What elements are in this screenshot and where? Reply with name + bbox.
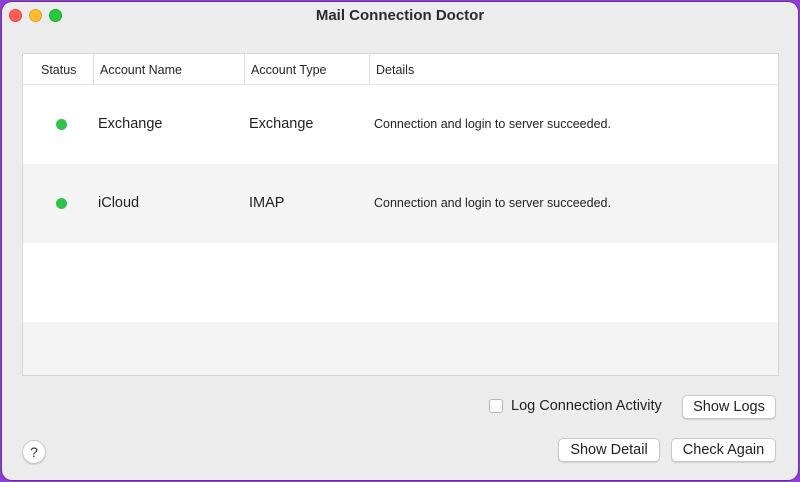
show-logs-button[interactable]: Show Logs <box>682 395 776 419</box>
account-name-cell: iCloud <box>98 195 140 211</box>
column-header-account-name[interactable]: Account Name <box>93 54 182 84</box>
status-indicator-icon <box>56 119 67 130</box>
empty-table-row <box>23 243 778 322</box>
account-type-cell: IMAP <box>249 195 285 211</box>
window-title: Mail Connection Doctor <box>315 7 485 24</box>
check-again-button[interactable]: Check Again <box>671 438 776 462</box>
column-header-status[interactable]: Status <box>41 54 76 84</box>
title-bar: Mail Connection Doctor <box>2 2 798 30</box>
account-type-cell: Exchange <box>249 116 314 132</box>
empty-table-row <box>23 322 778 375</box>
details-cell: Connection and login to server succeeded… <box>374 196 611 210</box>
account-name-cell: Exchange <box>98 116 163 132</box>
show-detail-button[interactable]: Show Detail <box>558 438 660 462</box>
details-cell: Connection and login to server succeeded… <box>374 117 611 131</box>
column-header-account-type[interactable]: Account Type <box>244 54 327 84</box>
column-header-details[interactable]: Details <box>369 54 414 84</box>
table-row[interactable]: iCloud IMAP Connection and login to serv… <box>23 164 778 243</box>
help-button[interactable]: ? <box>22 440 46 464</box>
mail-connection-doctor-window: Mail Connection Doctor Status Account Na… <box>2 2 798 480</box>
table-header: Status Account Name Account Type Details <box>23 54 778 85</box>
log-connection-activity-label[interactable]: Log Connection Activity <box>511 398 662 414</box>
table-row[interactable]: Exchange Exchange Connection and login t… <box>23 85 778 164</box>
status-indicator-icon <box>56 198 67 209</box>
log-connection-activity-checkbox[interactable] <box>489 399 503 413</box>
accounts-table: Status Account Name Account Type Details… <box>22 53 779 376</box>
